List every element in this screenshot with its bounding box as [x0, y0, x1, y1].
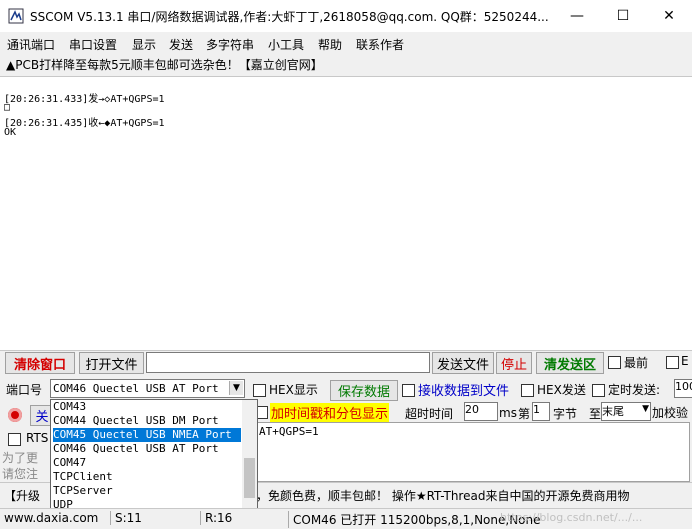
ticker-start[interactable]: 【升级 [4, 487, 40, 504]
timed-send-input[interactable]: 100 [674, 379, 692, 398]
stop-button[interactable]: 停止 [496, 352, 532, 374]
to-label: 至 [589, 407, 602, 421]
port-option[interactable]: COM43 [53, 400, 241, 414]
clear-send-button[interactable]: 清发送区 [536, 352, 604, 374]
checksum-range-value: 末尾 [602, 405, 624, 418]
port-option[interactable]: TCPServer [53, 484, 241, 498]
maximize-button[interactable]: ☐ [600, 0, 646, 32]
send-text: AT+QGPS=1 [259, 425, 319, 438]
open-file-button[interactable]: 打开文件 [79, 352, 144, 374]
minimize-button[interactable]: — [554, 0, 600, 32]
port-status-icon [8, 408, 22, 422]
timestamp-label: 加时间戳和分包显示 [270, 403, 390, 422]
log-line: [20:26:31.433]发→◇AT+QGPS=1 [4, 94, 165, 105]
scrollbar-thumb[interactable] [244, 458, 255, 498]
port-select-value: COM46 Quectel USB AT Port [53, 382, 219, 395]
menu-serial-settings[interactable]: 串口设置 [69, 36, 117, 53]
save-data-button[interactable]: 保存数据 [330, 380, 398, 401]
hex-send-label: HEX发送 [537, 383, 586, 397]
window-title: SSCOM V5.13.1 串口/网络数据调试器,作者:大虾丁丁,2618058… [30, 10, 549, 24]
port-label: 端口号 [6, 383, 43, 397]
menu-multi-string[interactable]: 多字符串 [206, 36, 254, 53]
menu-contact-author[interactable]: 联系作者 [356, 36, 404, 53]
close-window-button[interactable]: ✕ [646, 0, 692, 32]
menu-send[interactable]: 发送 [169, 36, 193, 53]
promo-banner[interactable]: ▲PCB打样降至每款5元顺丰包邮可选杂色！【嘉立创官网】 [6, 56, 323, 73]
chevron-down-icon: ▼ [642, 404, 649, 414]
clear-window-button[interactable]: 清除窗口 [5, 352, 75, 374]
checksum-range-select[interactable]: 末尾 ▼ [601, 402, 651, 421]
log-line: OK [4, 127, 17, 138]
e-checkbox[interactable] [666, 356, 679, 369]
menu-comm-port[interactable]: 通讯端口 [7, 36, 55, 53]
menu-help[interactable]: 帮助 [318, 36, 342, 53]
e-label: E [681, 354, 689, 368]
byte-label: 字节 [553, 407, 578, 421]
hex-display-checkbox[interactable] [253, 384, 266, 397]
recv-to-file-checkbox[interactable] [402, 384, 415, 397]
app-icon [8, 8, 24, 24]
dropdown-scrollbar[interactable] [242, 400, 257, 514]
timed-send-label: 定时发送: [608, 383, 661, 397]
send-file-button[interactable]: 发送文件 [432, 352, 494, 374]
recv-to-file-label: 接收数据到文件 [418, 384, 510, 399]
byte-index-input[interactable]: 1 [532, 402, 550, 421]
ms-label: ms [499, 406, 517, 420]
status-recv-count: R:16 [200, 511, 232, 525]
status-bar: www.daxia.com S:11 R:16 COM46 已打开 115200… [0, 508, 692, 529]
note-line: 为了更 [2, 451, 39, 465]
checksum-label: 加校验 [652, 406, 689, 420]
byte-index-label: 第 [518, 407, 531, 421]
rts-label: RTS [26, 431, 49, 445]
note-line: 请您注 [2, 467, 39, 481]
front-label: 最前 [624, 356, 649, 370]
rts-checkbox[interactable] [8, 433, 21, 446]
port-dropdown-list[interactable]: COM43 COM44 Quectel USB DM Port COM45 Qu… [50, 399, 258, 515]
menu-tools[interactable]: 小工具 [268, 36, 304, 53]
watermark: https://blog.csdn.net/.../... [500, 511, 643, 524]
ticker-text[interactable]: ，免颜色费，顺丰包邮！ 操作★RT-Thread来自中国的开源免费商用物 [256, 487, 629, 504]
port-option[interactable]: TCPClient [53, 470, 241, 484]
status-sent-count: S:11 [110, 511, 142, 525]
port-option-selected[interactable]: COM45 Quectel USB NMEA Port [53, 428, 241, 442]
hex-display-label: HEX显示 [269, 383, 318, 397]
log-line: □ [4, 102, 11, 113]
log-line: [20:26:31.435]收←◆AT+QGPS=1 [4, 118, 165, 129]
menu-display[interactable]: 显示 [132, 36, 156, 53]
hex-send-checkbox[interactable] [521, 384, 534, 397]
timeout-input[interactable]: 20 [464, 402, 498, 421]
timeout-label: 超时时间 [405, 407, 454, 421]
send-text-area[interactable]: AT+QGPS=1 [256, 422, 690, 482]
status-website[interactable]: www.daxia.com [4, 511, 98, 525]
port-select[interactable]: COM46 Quectel USB AT Port [50, 379, 245, 398]
chevron-down-icon[interactable]: ▼ [229, 381, 243, 395]
port-option[interactable]: COM44 Quectel USB DM Port [53, 414, 241, 428]
timed-send-checkbox[interactable] [592, 384, 605, 397]
file-path-input[interactable] [146, 352, 430, 373]
port-option[interactable]: COM46 Quectel USB AT Port [53, 442, 241, 456]
port-option[interactable]: COM47 [53, 456, 241, 470]
front-checkbox[interactable] [608, 356, 621, 369]
receive-log[interactable]: [20:26:31.433]发→◇AT+QGPS=1 □ [20:26:31.4… [0, 76, 692, 351]
